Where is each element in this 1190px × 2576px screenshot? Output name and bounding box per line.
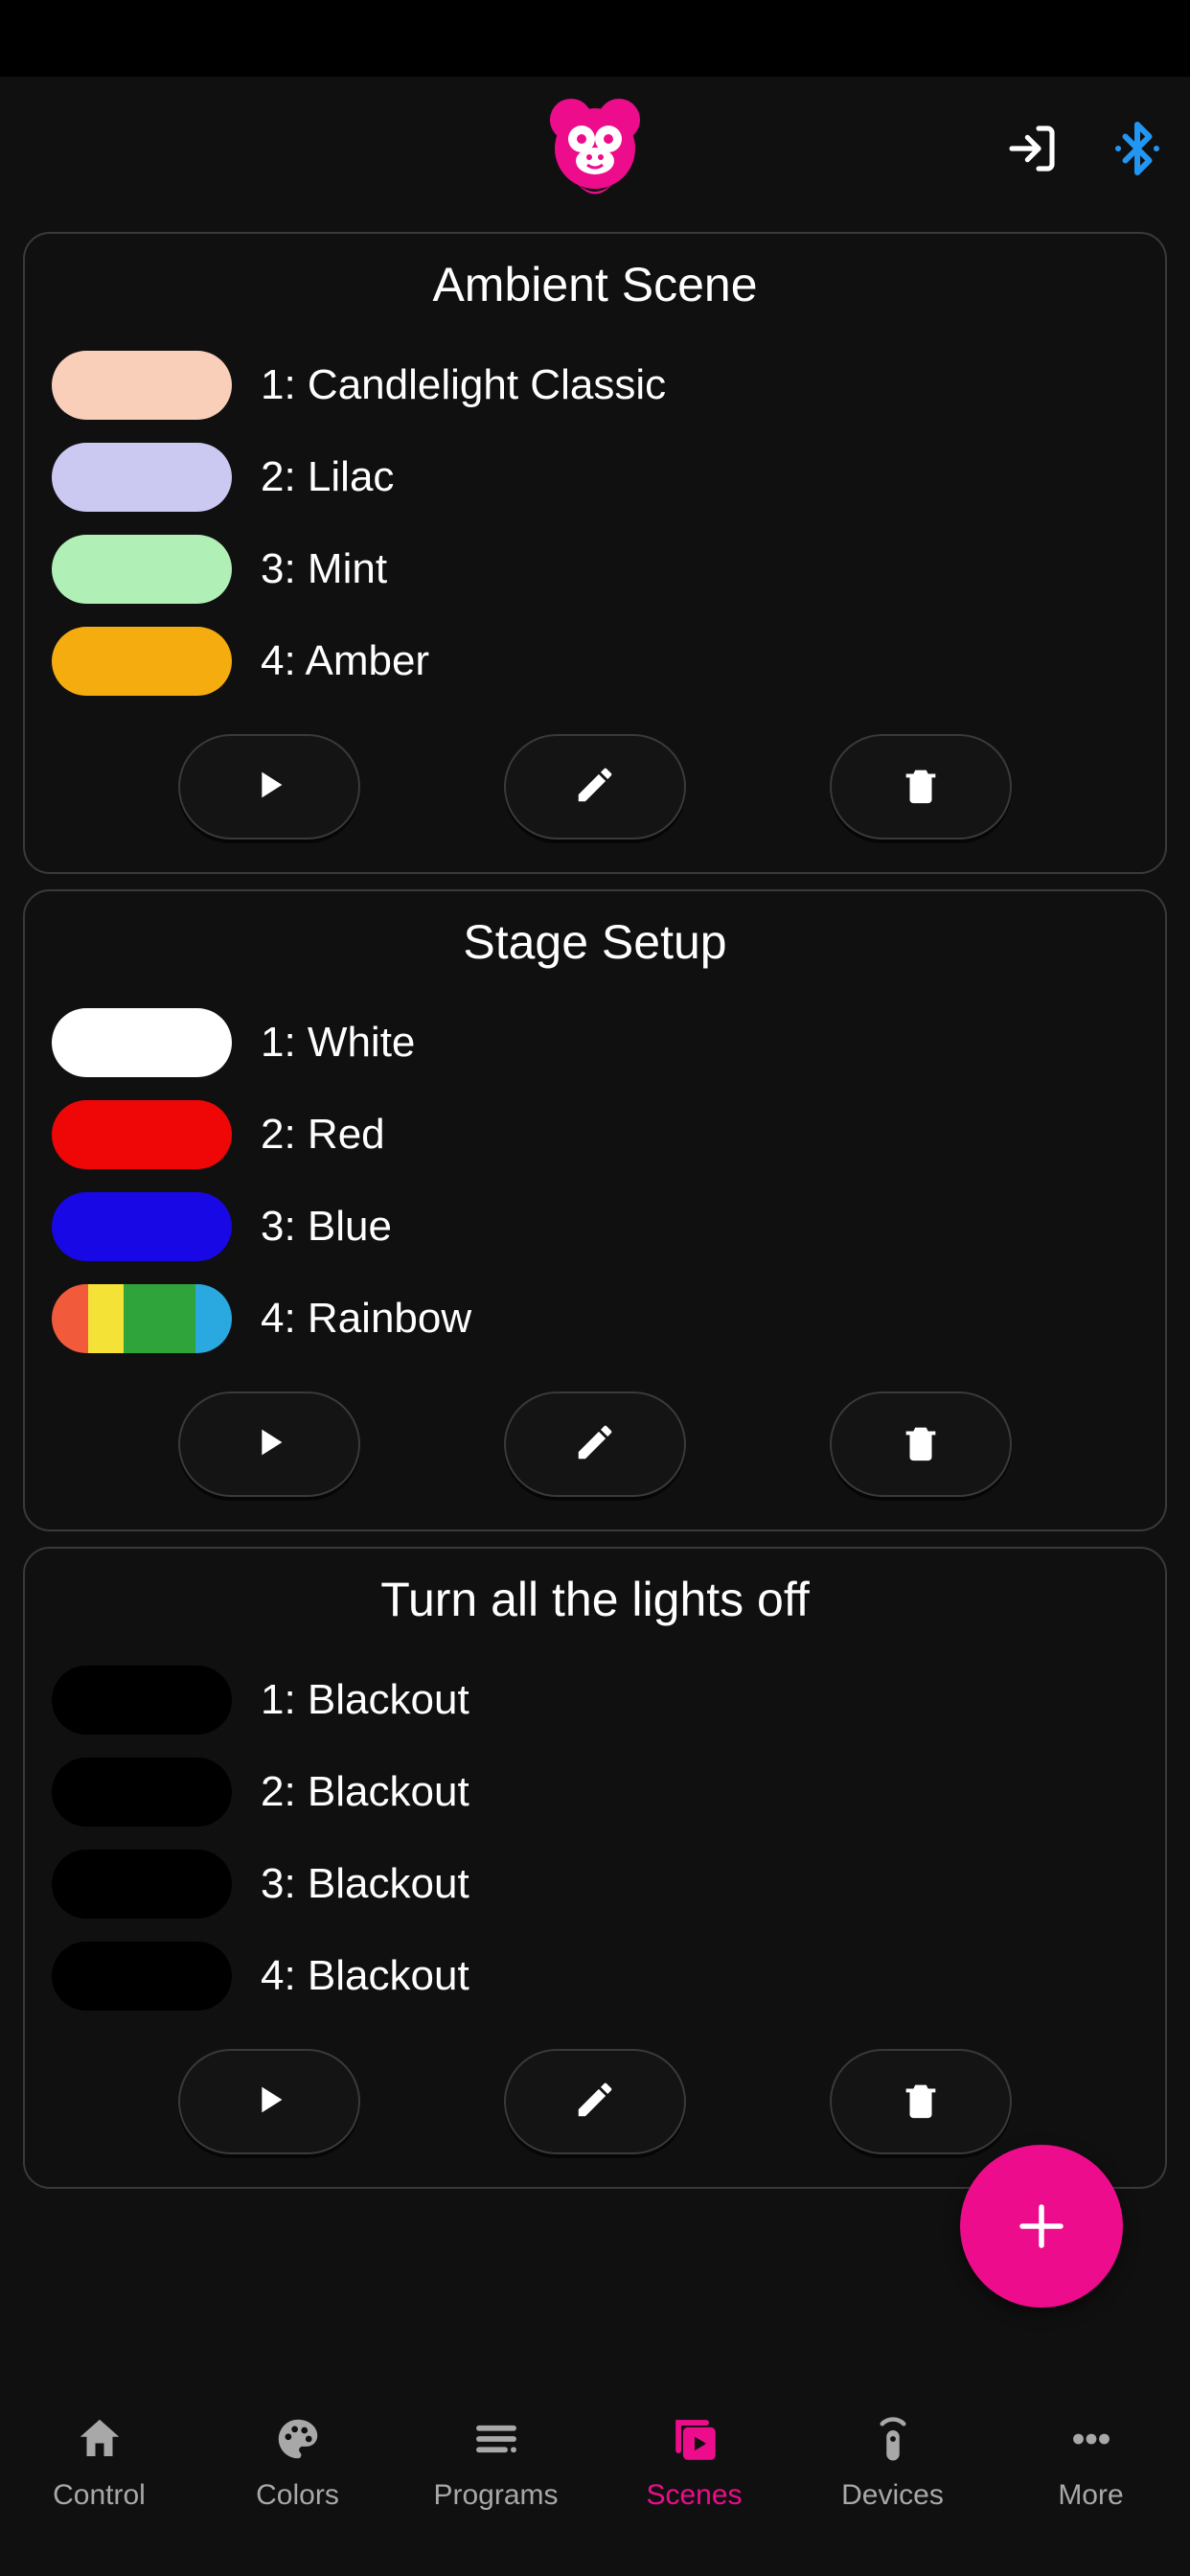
scene-title: Ambient Scene [52,257,1138,312]
scene-row-label: 2: Blackout [261,1768,469,1816]
nav-item-scenes[interactable]: Scenes [595,2375,793,2547]
nav-label: Control [53,2479,146,2512]
scene-actions [52,2049,1138,2154]
app-logo [542,91,648,206]
scene-actions [52,1392,1138,1497]
scene-row[interactable]: 4: Blackout [52,1930,1138,2022]
remote-icon [864,2410,922,2468]
scene-title: Turn all the lights off [52,1572,1138,1627]
color-swatch [52,1284,232,1353]
edit-icon [573,2078,617,2127]
edit-button[interactable] [504,734,686,840]
scene-card: Ambient Scene 1: Candlelight Classic 2: Li… [23,232,1167,874]
more-icon [1063,2410,1120,2468]
nav-label: Scenes [646,2479,742,2512]
scene-row[interactable]: 1: Blackout [52,1654,1138,1746]
scene-row[interactable]: 2: Blackout [52,1746,1138,1838]
delete-icon [899,1420,943,1469]
header-actions [998,77,1171,220]
delete-button[interactable] [830,2049,1012,2154]
scene-title: Stage Setup [52,914,1138,970]
scene-row-label: 3: Blue [261,1203,392,1251]
add-scene-fab[interactable] [960,2145,1123,2308]
color-swatch [52,443,232,512]
nav-label: Colors [256,2479,339,2512]
scene-row-label: 2: Lilac [261,453,394,501]
nav-label: More [1058,2479,1123,2512]
delete-icon [899,2078,943,2127]
scene-row[interactable]: 4: Amber [52,615,1138,707]
play-icon [247,763,291,812]
scenes-list: Ambient Scene 1: Candlelight Classic 2: Li… [0,220,1190,2375]
scene-row[interactable]: 1: White [52,997,1138,1089]
edit-icon [573,763,617,812]
nav-label: Programs [433,2479,558,2512]
color-swatch [52,1758,232,1827]
scenes-icon [666,2410,723,2468]
nav-item-programs[interactable]: Programs [397,2375,595,2547]
color-swatch [52,535,232,604]
scene-row[interactable]: 3: Blackout [52,1838,1138,1930]
login-button[interactable] [998,115,1065,182]
color-swatch [52,627,232,696]
bottom-nav: Control Colors Programs Scenes Devices More [0,2375,1190,2576]
scene-row-label: 4: Amber [261,637,429,685]
play-icon [247,1420,291,1469]
play-button[interactable] [178,1392,360,1497]
home-icon [71,2410,128,2468]
scene-row-label: 4: Blackout [261,1952,469,2000]
scene-row[interactable]: 2: Red [52,1089,1138,1181]
scene-row[interactable]: 3: Blue [52,1181,1138,1273]
nav-item-more[interactable]: More [992,2375,1190,2547]
nav-label: Devices [841,2479,944,2512]
scene-card: Turn all the lights off 1: Blackout 2: Bla… [23,1547,1167,2189]
app-header [0,77,1190,220]
scene-row-label: 3: Blackout [261,1860,469,1908]
color-swatch [52,351,232,420]
scene-row[interactable]: 2: Lilac [52,431,1138,523]
nav-item-control[interactable]: Control [0,2375,198,2547]
scene-row-label: 1: Candlelight Classic [261,361,666,409]
color-swatch [52,1666,232,1735]
scene-row[interactable]: 3: Mint [52,523,1138,615]
app-root: Ambient Scene 1: Candlelight Classic 2: Li… [0,0,1190,2576]
palette-icon [269,2410,327,2468]
edit-button[interactable] [504,2049,686,2154]
play-button[interactable] [178,2049,360,2154]
color-swatch [52,1942,232,2011]
nav-item-colors[interactable]: Colors [198,2375,397,2547]
edit-icon [573,1420,617,1469]
scene-row[interactable]: 1: Candlelight Classic [52,339,1138,431]
color-swatch [52,1008,232,1077]
play-button[interactable] [178,734,360,840]
delete-button[interactable] [830,734,1012,840]
delete-button[interactable] [830,1392,1012,1497]
scene-row-label: 1: Blackout [261,1676,469,1724]
nav-item-devices[interactable]: Devices [793,2375,992,2547]
scene-row-label: 3: Mint [261,545,387,593]
bluetooth-button[interactable] [1104,115,1171,182]
status-bar [0,0,1190,77]
scene-card: Stage Setup 1: White 2: Red 3: Blue 4: Rainb… [23,889,1167,1531]
delete-icon [899,763,943,812]
scene-actions [52,734,1138,840]
scene-row[interactable]: 4: Rainbow [52,1273,1138,1365]
color-swatch [52,1192,232,1261]
list-icon [468,2410,525,2468]
scene-row-label: 4: Rainbow [261,1295,471,1343]
color-swatch [52,1850,232,1919]
color-swatch [52,1100,232,1169]
scene-row-label: 2: Red [261,1111,385,1159]
edit-button[interactable] [504,1392,686,1497]
play-icon [247,2078,291,2127]
scene-row-label: 1: White [261,1019,415,1067]
